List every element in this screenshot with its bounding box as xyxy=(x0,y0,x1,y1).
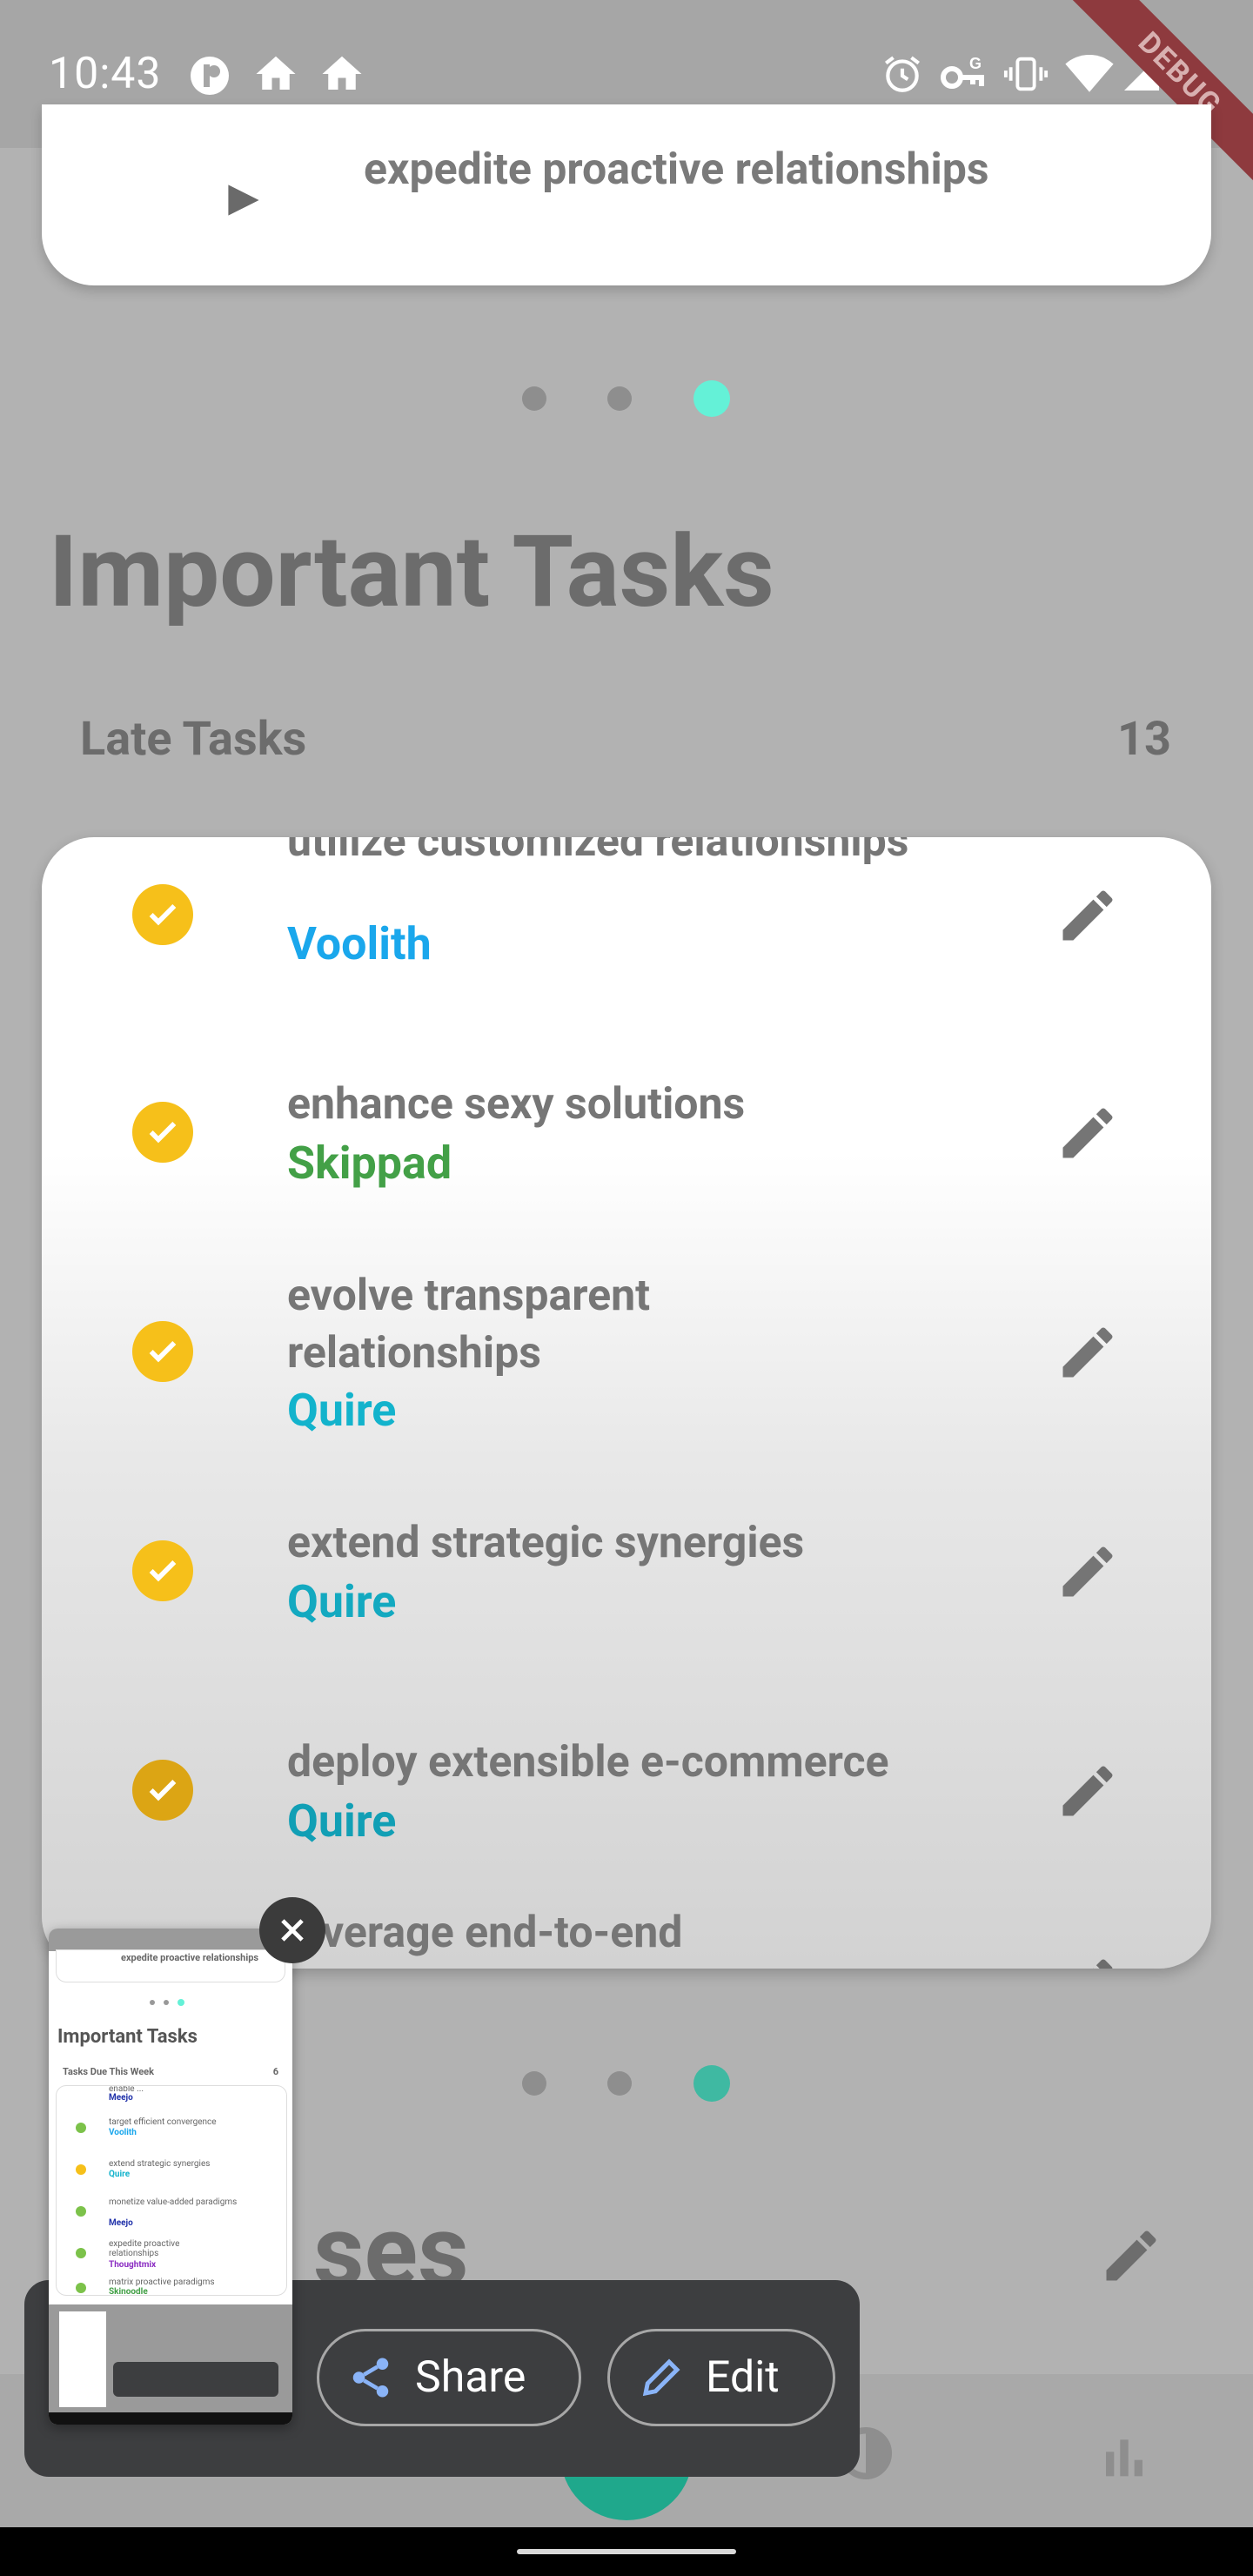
page-dot[interactable] xyxy=(607,386,632,411)
app-notification-icon xyxy=(188,54,231,97)
late-tasks-label: Late Tasks xyxy=(80,712,307,767)
close-icon xyxy=(281,1919,304,1942)
task-title: utilize customized relationships xyxy=(287,837,909,867)
edit-icon[interactable] xyxy=(1055,1100,1121,1170)
home-icon xyxy=(252,50,299,97)
thumbnail-subtitle: Tasks Due This Week xyxy=(63,2066,154,2077)
thumbnail-task-list: enable ... Meejo target efficient conver… xyxy=(56,2085,287,2296)
task-project: Skippad xyxy=(287,1137,452,1190)
status-time: 10:43 xyxy=(49,49,162,99)
share-button[interactable]: Share xyxy=(317,2329,581,2426)
task-project: Quire xyxy=(287,1575,397,1628)
thumbnail-row-project: Quire xyxy=(109,2170,131,2179)
task-title: evolve transparent relationships xyxy=(287,1271,651,1379)
thumbnail-top-card: expedite proactive relationships xyxy=(56,1949,285,1982)
carousel-task-text: expedite proactive relationships xyxy=(364,144,989,195)
page-dot[interactable] xyxy=(607,2071,632,2096)
thumbnail-title: Important Tasks xyxy=(57,2026,198,2048)
thumbnail-row-title: target efficient convergence xyxy=(109,2117,217,2127)
top-carousel-card[interactable]: expedite proactive relationships xyxy=(42,104,1211,285)
task-title: extend strategic synergies xyxy=(287,1518,805,1568)
task-title: deploy extensible e-commerce xyxy=(287,1737,889,1788)
vibrate-icon xyxy=(1002,52,1049,96)
late-tasks-count: 13 xyxy=(1117,712,1171,767)
home-indicator[interactable] xyxy=(517,2549,736,2554)
check-circle-icon[interactable] xyxy=(132,1540,193,1601)
bar-chart-icon[interactable] xyxy=(1100,2432,1149,2484)
alarm-icon xyxy=(881,52,924,96)
vpn-key-icon: G xyxy=(940,52,988,96)
edit-label: Edit xyxy=(706,2352,780,2403)
edit-icon[interactable] xyxy=(1055,1539,1121,1608)
edit-icon[interactable] xyxy=(1055,1951,1121,1969)
section-title: Important Tasks xyxy=(49,513,774,630)
late-tasks-card: utilize customized relationships Voolith… xyxy=(42,837,1211,1969)
page-dot[interactable] xyxy=(522,386,546,411)
thumbnail-row-title: extend strategic synergies xyxy=(109,2159,211,2169)
play-icon xyxy=(224,181,263,223)
home-icon xyxy=(318,50,365,97)
edit-icon[interactable] xyxy=(1055,1319,1121,1389)
share-icon xyxy=(352,2358,389,2398)
thumbnail-row-title: expedite proactive relationships xyxy=(109,2239,180,2258)
task-project: Voolith xyxy=(287,917,432,970)
screenshot-thumbnail[interactable]: expedite proactive relationships Importa… xyxy=(49,1929,292,2425)
task-title: leverage end-to-end architectures xyxy=(287,1908,683,1969)
thumbnail-row-project: Thoughtmix xyxy=(109,2260,157,2270)
svg-text:G: G xyxy=(969,55,982,72)
page-dot[interactable] xyxy=(522,2071,546,2096)
check-circle-icon[interactable] xyxy=(132,1760,193,1821)
check-circle-icon[interactable] xyxy=(132,1321,193,1382)
task-title: enhance sexy solutions xyxy=(287,1079,746,1130)
wifi-icon xyxy=(1065,54,1114,94)
pencil-icon xyxy=(642,2358,680,2397)
task-project: Quire xyxy=(287,1794,397,1848)
edit-screenshot-button[interactable]: Edit xyxy=(607,2329,835,2426)
page-dot-active[interactable] xyxy=(694,380,730,417)
task-project: Quire xyxy=(287,1384,397,1437)
check-circle-icon[interactable] xyxy=(132,884,193,945)
edit-icon[interactable] xyxy=(1098,2223,1164,2292)
thumbnail-row-project: Meejo xyxy=(109,2093,133,2103)
thumbnail-row-project: Skinoodle xyxy=(109,2287,148,2296)
page-dot-active[interactable] xyxy=(694,2065,730,2102)
thumbnail-row-project: Voolith xyxy=(109,2128,137,2137)
thumbnail-row-project: Meejo xyxy=(109,2218,133,2228)
thumbnail-row-title: matrix proactive paradigms xyxy=(109,2277,215,2287)
check-circle-icon[interactable] xyxy=(132,1102,193,1163)
thumbnail-row-title: monetize value-added paradigms xyxy=(109,2197,238,2207)
edit-icon[interactable] xyxy=(1055,882,1121,952)
thumbnail-count: 6 xyxy=(272,2066,278,2077)
close-thumbnail-button[interactable] xyxy=(259,1897,325,1963)
share-label: Share xyxy=(415,2352,526,2403)
edit-icon[interactable] xyxy=(1055,1758,1121,1828)
